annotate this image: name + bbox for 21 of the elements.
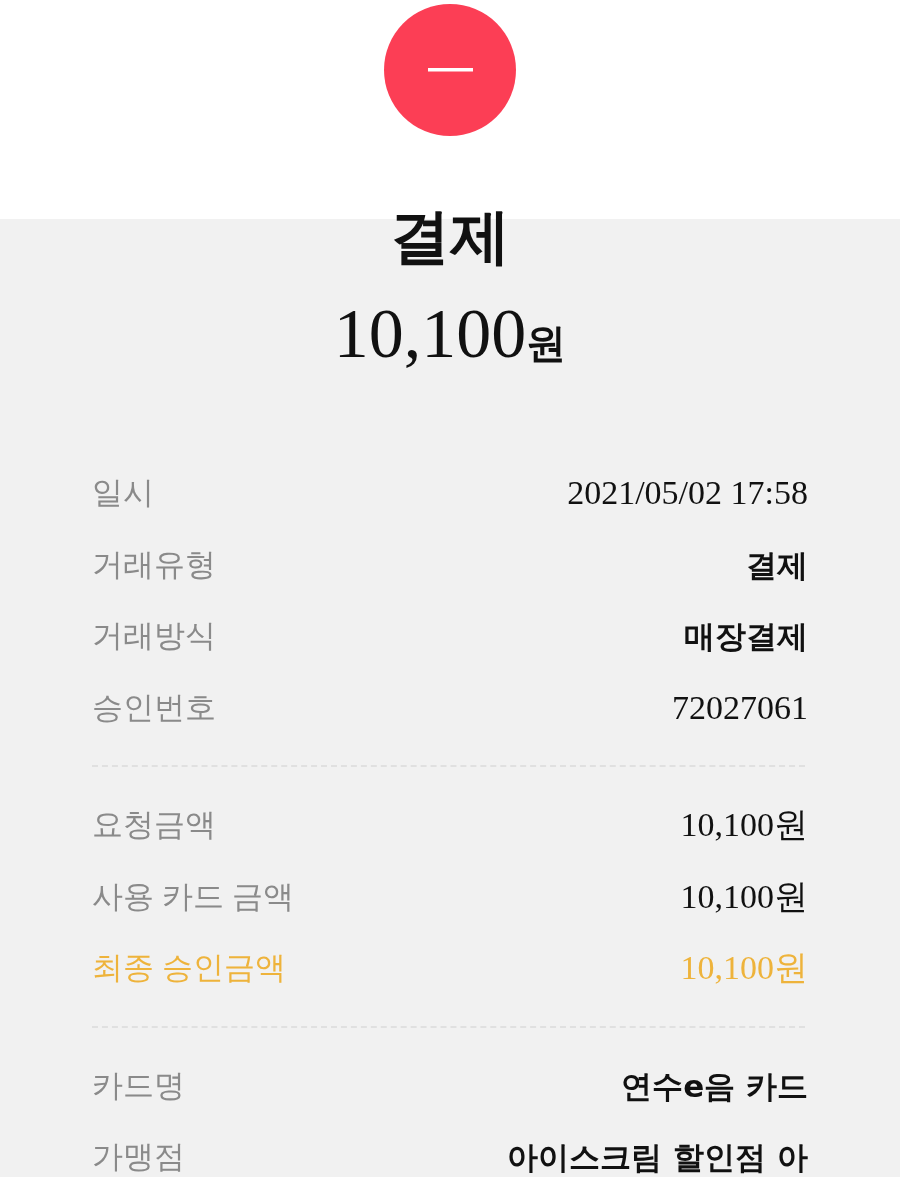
minus-icon (384, 4, 516, 136)
detail-value: 72027061 (672, 687, 808, 728)
detail-value: 연수e음 카드 (621, 1066, 808, 1106)
detail-value: 2021/05/02 17:58 (567, 473, 808, 513)
detail-label: 최종 승인금액 (92, 949, 286, 987)
detail-label: 거래방식 (92, 617, 216, 655)
detail-value: 결제 (746, 545, 808, 585)
detail-label: 가맹점 (92, 1138, 185, 1176)
detail-value: 10,100원 (680, 948, 808, 988)
detail-label: 승인번호 (92, 688, 216, 727)
detail-value: 아이스크림 할인점 아 (507, 1138, 808, 1177)
detail-value: 10,100원 (680, 805, 808, 845)
detail-label: 카드명 (92, 1066, 185, 1105)
total-amount: 10,100원 (333, 294, 567, 375)
detail-label: 요청금액 (92, 806, 216, 844)
detail-value: 10,100원 (680, 876, 808, 917)
detail-label: 사용 카드 금액 (92, 877, 294, 916)
detail-label: 거래유형 (92, 545, 216, 584)
page-title: 결제 (390, 204, 510, 271)
detail-label: 일시 (92, 474, 154, 512)
detail-value: 매장결제 (684, 617, 808, 656)
